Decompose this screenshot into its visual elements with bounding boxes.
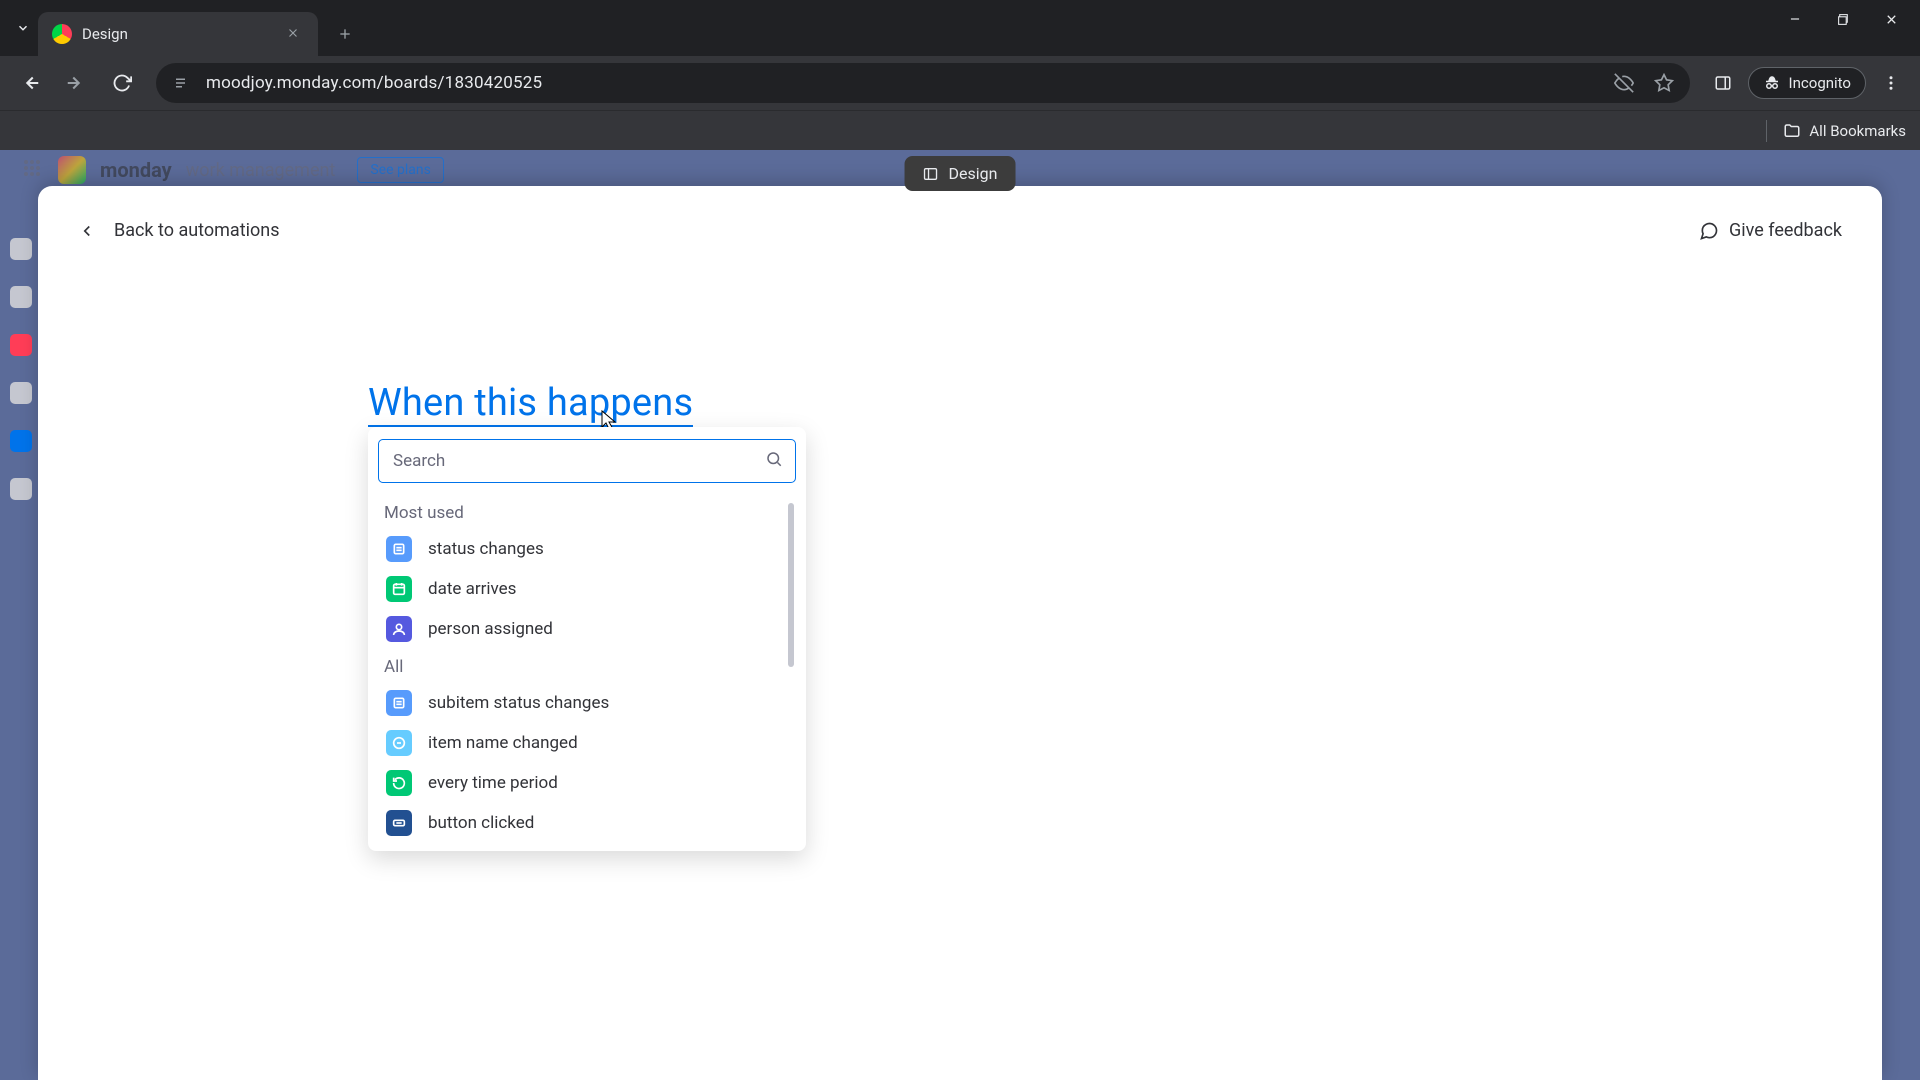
scrollbar[interactable] xyxy=(788,503,794,667)
option-label: every time period xyxy=(428,773,558,793)
sidebar-item xyxy=(10,430,32,452)
browser-toolbar: moodjoy.monday.com/boards/1830420525 Inc… xyxy=(0,56,1920,110)
back-label: Back to automations xyxy=(114,220,280,241)
incognito-chip[interactable]: Incognito xyxy=(1748,67,1866,99)
kebab-menu-icon[interactable] xyxy=(1872,64,1910,102)
back-to-automations-button[interactable]: Back to automations xyxy=(78,220,280,241)
all-bookmarks-button[interactable]: All Bookmarks xyxy=(1783,122,1906,140)
browser-tab[interactable]: Design xyxy=(38,12,318,56)
rename-icon xyxy=(386,730,412,756)
apps-grid-icon xyxy=(24,160,44,180)
brand-subtext: work management xyxy=(186,160,336,181)
option-date-arrives[interactable]: date arrives xyxy=(382,569,792,609)
option-label: item name changed xyxy=(428,733,578,753)
eye-off-icon[interactable] xyxy=(1612,71,1636,95)
new-tab-button[interactable] xyxy=(328,17,362,51)
status-icon xyxy=(386,690,412,716)
page-viewport: Design monday work management See plans … xyxy=(0,150,1920,1080)
option-label: date arrives xyxy=(428,579,516,599)
close-window-button[interactable] xyxy=(1868,0,1914,38)
section-most-used: Most used xyxy=(382,495,792,529)
incognito-label: Incognito xyxy=(1789,74,1851,92)
option-person-assigned[interactable]: person assigned xyxy=(382,609,792,649)
favicon-icon xyxy=(52,24,72,44)
options-list[interactable]: Most used status changes date arrives pe… xyxy=(378,495,796,851)
sidebar-stub xyxy=(0,190,42,1080)
reload-button[interactable] xyxy=(102,63,142,103)
bookmark-bar: All Bookmarks xyxy=(0,110,1920,150)
search-input[interactable] xyxy=(393,451,781,471)
person-icon xyxy=(386,616,412,642)
option-every-time-period[interactable]: every time period xyxy=(382,763,792,803)
search-icon xyxy=(765,450,783,472)
all-bookmarks-label: All Bookmarks xyxy=(1809,122,1906,140)
trigger-title[interactable]: When this happens xyxy=(368,381,693,427)
option-item-name-changed[interactable]: item name changed xyxy=(382,723,792,763)
url-text: moodjoy.monday.com/boards/1830420525 xyxy=(206,73,542,93)
sidebar-item xyxy=(10,334,32,356)
see-plans-button[interactable]: See plans xyxy=(357,157,443,183)
window-controls xyxy=(1772,0,1914,38)
maximize-button[interactable] xyxy=(1820,0,1866,38)
close-tab-button[interactable] xyxy=(282,21,304,48)
sidebar-item xyxy=(10,382,32,404)
bookmark-star-icon[interactable] xyxy=(1652,71,1676,95)
toast-pill: Design xyxy=(905,156,1016,191)
sidebar-item xyxy=(10,286,32,308)
site-info-icon[interactable] xyxy=(170,71,194,95)
trigger-dropdown: Most used status changes date arrives pe… xyxy=(368,427,806,851)
option-status-changes[interactable]: status changes xyxy=(382,529,792,569)
date-icon xyxy=(386,576,412,602)
sidebar-item xyxy=(10,238,32,260)
status-icon xyxy=(386,536,412,562)
option-label: button clicked xyxy=(428,813,534,833)
minimize-button[interactable] xyxy=(1772,0,1818,38)
feedback-label: Give feedback xyxy=(1729,220,1842,241)
sidebar-item xyxy=(10,478,32,500)
titlebar: Design xyxy=(0,0,1920,56)
address-bar[interactable]: moodjoy.monday.com/boards/1830420525 xyxy=(156,63,1690,103)
back-button[interactable] xyxy=(10,63,50,103)
tab-search-dropdown[interactable] xyxy=(8,13,38,43)
give-feedback-button[interactable]: Give feedback xyxy=(1699,220,1842,241)
option-label: person assigned xyxy=(428,619,553,639)
toast-label: Design xyxy=(949,164,998,183)
option-label: subitem status changes xyxy=(428,693,609,713)
option-label: status changes xyxy=(428,539,544,559)
search-input-wrapper[interactable] xyxy=(378,439,796,483)
divider xyxy=(1766,120,1767,142)
button-icon xyxy=(386,810,412,836)
option-button-clicked[interactable]: button clicked xyxy=(382,803,792,843)
monday-logo-icon xyxy=(58,156,86,184)
sidepanel-icon[interactable] xyxy=(1704,64,1742,102)
tab-title: Design xyxy=(82,25,128,43)
recurring-icon xyxy=(386,770,412,796)
brand-text: monday xyxy=(100,158,172,182)
forward-button[interactable] xyxy=(56,63,96,103)
section-all: All xyxy=(382,649,792,683)
automation-modal: Back to automations Give feedback When t… xyxy=(38,186,1882,1080)
option-subitem-status-changes[interactable]: subitem status changes xyxy=(382,683,792,723)
